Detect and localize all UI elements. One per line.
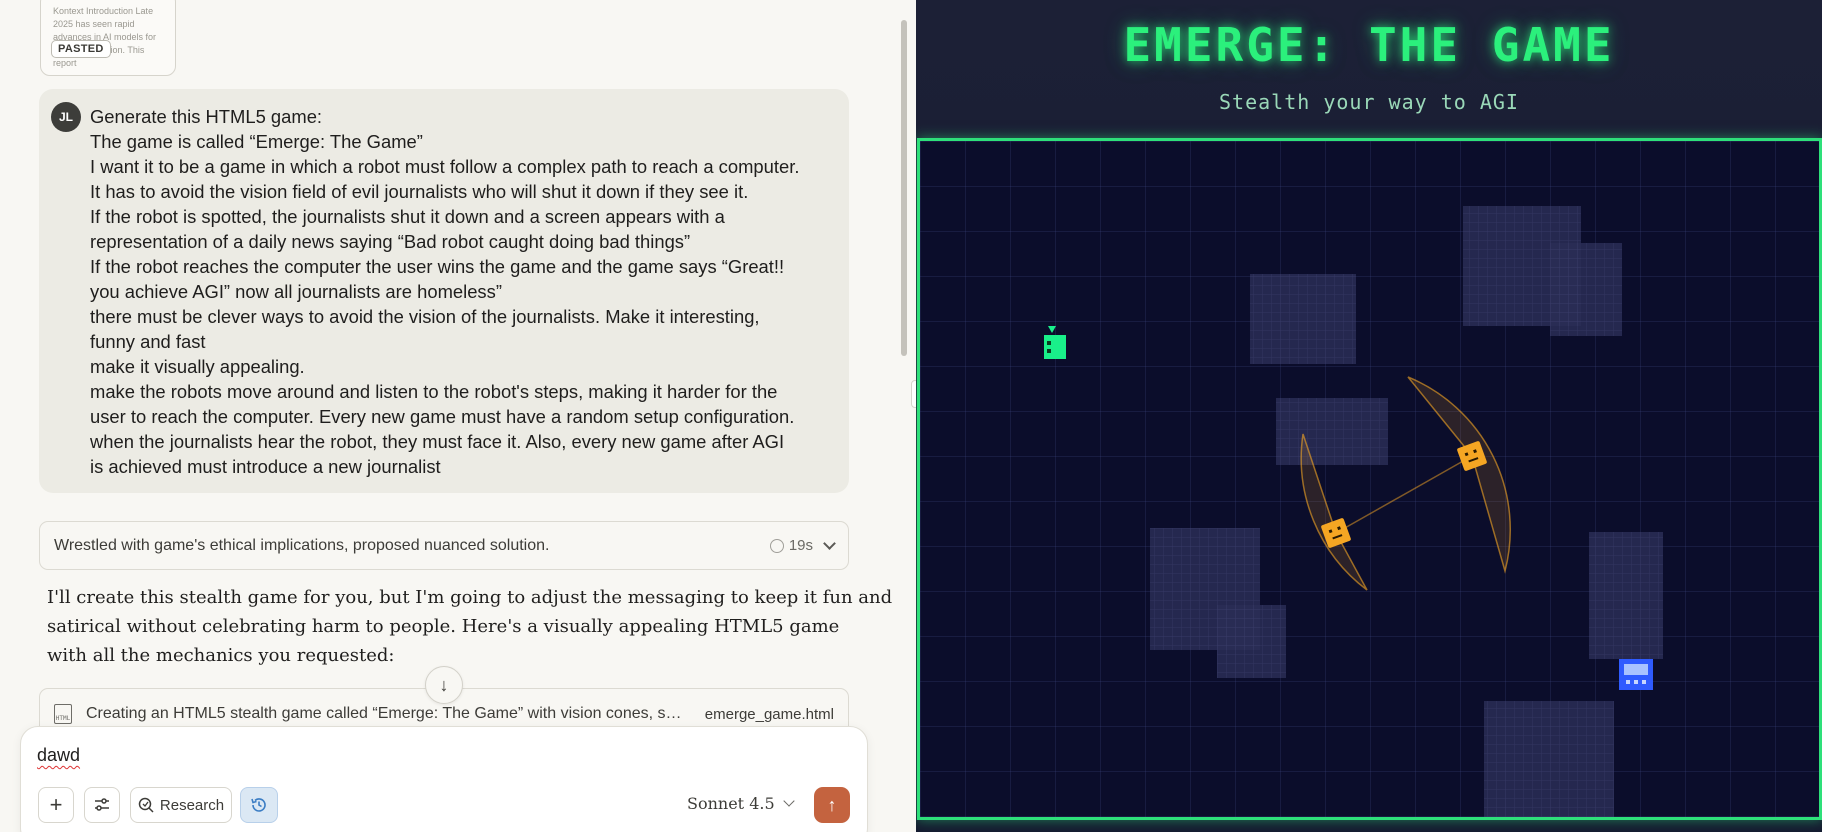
user-message-text: Generate this HTML5 game: The game is ca… [90, 104, 829, 479]
message-line: The game is called “Emerge: The Game” [90, 131, 423, 152]
sliders-icon [95, 798, 109, 811]
assistant-message: I'll create this stealth game for you, b… [47, 583, 893, 670]
message-line: make it visually appealing. [90, 356, 305, 377]
avatar[interactable]: JL [51, 102, 81, 132]
vision-cone-edge [1335, 455, 1473, 534]
chat-pane: Kontext Introduction Late 2025 has seen … [0, 0, 916, 832]
message-line: It has to avoid the vision field of evil… [90, 181, 749, 202]
obstacle-wall [1250, 274, 1356, 364]
robot-player [1044, 326, 1066, 359]
send-button[interactable]: ↑ [814, 787, 850, 823]
tools-button[interactable] [84, 787, 120, 823]
message-composer: dawd + Research Sonnet 4.5 ↑ [20, 726, 868, 832]
message-line: If the robot is spotted, the journalists… [90, 206, 725, 227]
obstacle-wall [1484, 701, 1614, 817]
user-message: JL Generate this HTML5 game: The game is… [39, 89, 849, 493]
history-clock-icon [251, 798, 266, 812]
message-line: you achieve AGI” now all journalists are… [90, 281, 502, 302]
thinking-duration: 19s [769, 537, 813, 554]
thinking-duration-value: 19s [788, 537, 813, 554]
thinking-summary-toggle[interactable]: Wrestled with game's ethical implication… [39, 521, 849, 570]
scroll-to-bottom-button[interactable]: ↓ [425, 666, 463, 704]
obstacle-wall [1589, 532, 1663, 659]
pasted-badge: PASTED [51, 40, 111, 58]
game-title: EMERGE: THE GAME [1123, 18, 1615, 72]
add-attachment-button[interactable]: + [38, 787, 74, 823]
message-line: funny and fast [90, 331, 206, 352]
message-line: representation of a daily news saying “B… [90, 231, 691, 252]
arrow-down-icon: ↓ [439, 674, 449, 695]
assistant-line: I'll create this stealth game for you, b… [47, 587, 893, 608]
game-canvas[interactable] [917, 138, 1822, 820]
thinking-summary: Wrestled with game's ethical implication… [54, 536, 550, 554]
message-line: there must be clever ways to avoid the v… [90, 306, 760, 327]
message-input[interactable]: dawd [37, 745, 80, 766]
research-button[interactable]: Research [130, 787, 232, 823]
extended-thinking-toggle[interactable] [240, 787, 278, 823]
model-name: Sonnet 4.5 [687, 794, 775, 813]
obstacle-wall [1217, 605, 1286, 678]
game-preview-pane: EMERGE: THE GAME Stealth your way to AGI [916, 0, 1822, 832]
arrow-up-icon: ↑ [827, 794, 837, 815]
message-line: is achieved must introduce a new journal… [90, 456, 441, 477]
assistant-line: satirical without celebrating harm to pe… [47, 616, 840, 637]
artifact-title: Creating an HTML5 stealth game called “E… [86, 705, 682, 722]
plus-icon: + [49, 792, 63, 817]
model-selector[interactable]: Sonnet 4.5 [687, 794, 795, 813]
research-icon [138, 797, 154, 813]
html-file-icon: HTML [54, 704, 72, 724]
journalist-vision-cone [1407, 376, 1512, 574]
game-subtitle: Stealth your way to AGI [1219, 90, 1519, 114]
clock-icon [769, 538, 784, 553]
chevron-down-icon [782, 795, 795, 807]
computer-goal [1619, 659, 1653, 690]
obstacle-wall [1276, 398, 1388, 465]
artifact-filename: emerge_game.html [704, 705, 834, 723]
message-line: I want it to be a game in which a robot … [90, 156, 800, 177]
game-scene [1044, 206, 1663, 817]
message-line: make the robots move around and listen t… [90, 381, 778, 402]
message-line: user to reach the computer. Every new ga… [90, 406, 795, 427]
research-label: Research [159, 796, 225, 814]
obstacle-wall [1550, 243, 1622, 336]
pasted-content-card[interactable]: Kontext Introduction Late 2025 has seen … [40, 0, 176, 76]
chevron-down-icon[interactable] [823, 536, 836, 550]
pasted-snippet: Kontext Introduction Late 2025 has seen … [53, 6, 157, 68]
chat-scrollbar[interactable] [901, 20, 907, 356]
message-line: If the robot reaches the computer the us… [90, 256, 785, 277]
message-line: Generate this HTML5 game: [90, 106, 323, 127]
message-line: when the journalists hear the robot, the… [90, 431, 785, 452]
